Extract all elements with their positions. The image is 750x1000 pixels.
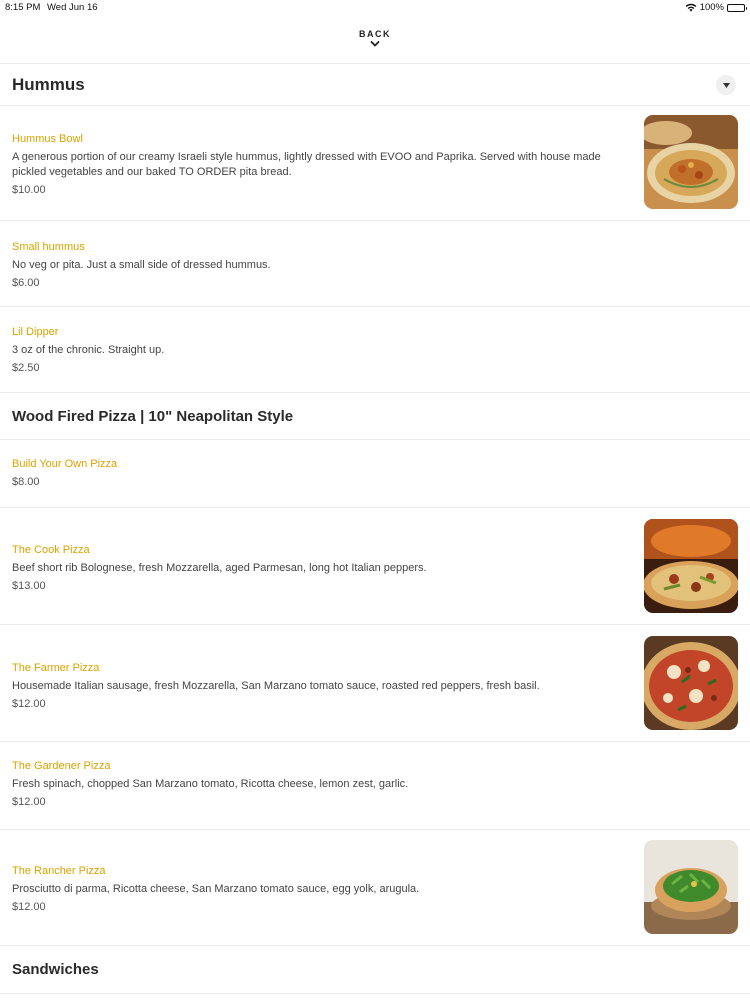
section-title: Hummus [12,74,85,94]
item-price: $13.00 [12,580,46,592]
item-name: The Farmer Pizza [12,662,100,674]
section-title: Wood Fired Pizza | 10" Neapolitan Style [12,407,294,425]
rancher-pizza-photo [644,840,738,934]
item-description: Housemade Italian sausage, fresh Mozzare… [12,680,540,692]
hummus-bowl-photo [644,115,738,209]
menu-item-farmer-pizza[interactable]: The Farmer Pizza Housemade Italian sausa… [0,625,750,741]
section-title: Sandwiches [12,961,99,978]
item-price: $12.00 [12,698,46,710]
item-description: A generous portion of our creamy Israeli… [12,151,601,178]
status-time: 8:15 PM [5,2,41,13]
item-description: Fresh spinach, chopped San Marzano tomat… [12,778,409,790]
farmer-pizza-photo [644,636,738,730]
back-button[interactable]: BACK [0,26,750,62]
item-name: Build Your Own Pizza [12,458,118,470]
section-header-sandwiches[interactable]: Sandwiches [0,946,750,993]
item-price: $12.00 [12,901,46,913]
item-price: $6.00 [12,277,40,289]
menu-item-small-hummus[interactable]: Small hummus No veg or pita. Just a smal… [0,221,750,306]
item-name: Hummus Bowl [12,133,83,145]
item-name: The Cook Pizza [12,544,90,556]
item-price: $10.00 [12,184,46,196]
item-description: Beef short rib Bolognese, fresh Mozzarel… [12,562,427,574]
menu-list: Hummus Hummus Bowl A generous portion of… [0,63,750,994]
section-header-pizza[interactable]: Wood Fired Pizza | 10" Neapolitan Style [0,393,750,439]
menu-item-cook-pizza[interactable]: The Cook Pizza Beef short rib Bolognese,… [0,508,750,624]
item-name: Small hummus [12,241,85,253]
chevron-down-icon [370,41,380,47]
item-description: Prosciutto di parma, Ricotta cheese, San… [12,883,420,895]
item-price: $12.00 [12,796,46,808]
menu-item-hummus-bowl[interactable]: Hummus Bowl A generous portion of our cr… [0,106,750,218]
item-name: Lil Dipper [12,326,59,338]
battery-percent: 100% [699,2,724,13]
item-description: 3 oz of the chronic. Straight up. [12,344,165,356]
menu-item-gardener-pizza[interactable]: The Gardener Pizza Fresh spinach, choppe… [0,742,750,829]
cook-pizza-photo [644,519,738,613]
wifi-icon [685,3,697,12]
menu-item-build-your-own-pizza[interactable]: Build Your Own Pizza $8.00 [0,440,750,507]
menu-item-rancher-pizza[interactable]: The Rancher Pizza Prosciutto di parma, R… [0,830,750,945]
section-header-hummus[interactable]: Hummus [0,64,750,105]
back-label: BACK [359,29,391,39]
collapse-section-button[interactable] [716,75,736,95]
status-date: Wed Jun 16 [47,2,98,13]
item-description: No veg or pita. Just a small side of dre… [12,259,271,271]
battery-icon [727,3,747,12]
item-name: The Gardener Pizza [12,760,111,772]
item-price: $2.50 [12,362,40,374]
caret-down-icon [722,82,730,88]
divider [0,993,750,994]
item-price: $8.00 [12,476,40,488]
menu-item-lil-dipper[interactable]: Lil Dipper 3 oz of the chronic. Straight… [0,307,750,392]
item-name: The Rancher Pizza [12,865,106,877]
status-indicators: 100% [685,2,747,13]
status-bar: 8:15 PM Wed Jun 16 100% [0,0,750,16]
